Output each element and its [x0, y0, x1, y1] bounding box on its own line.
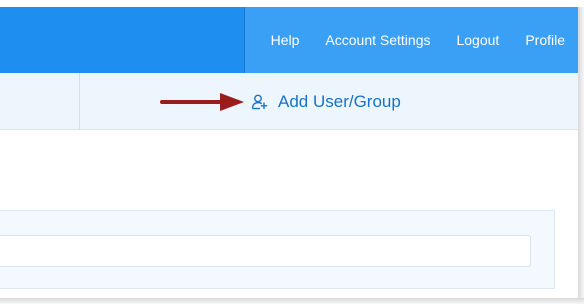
- help-link[interactable]: Help: [258, 7, 313, 73]
- window-shadow-right: [578, 7, 584, 304]
- annotation-arrow: [160, 93, 244, 111]
- add-user-icon: [251, 93, 269, 111]
- window-shadow-bottom: [0, 298, 584, 304]
- app-frame: Help Account Settings Logout Profile Add…: [0, 0, 584, 304]
- panel-input-field[interactable]: [0, 235, 531, 267]
- profile-link[interactable]: Profile: [512, 7, 578, 73]
- content-panel: [0, 210, 555, 289]
- add-user-group-label: Add User/Group: [278, 91, 401, 111]
- toolbar: Add User/Group: [0, 73, 578, 130]
- add-user-group-button[interactable]: Add User/Group: [251, 73, 401, 130]
- account-settings-link[interactable]: Account Settings: [312, 7, 443, 73]
- top-navigation-bar: Help Account Settings Logout Profile: [0, 7, 578, 73]
- logout-link[interactable]: Logout: [443, 7, 512, 73]
- top-nav-links: Help Account Settings Logout Profile: [244, 7, 578, 73]
- toolbar-divider: [79, 73, 80, 130]
